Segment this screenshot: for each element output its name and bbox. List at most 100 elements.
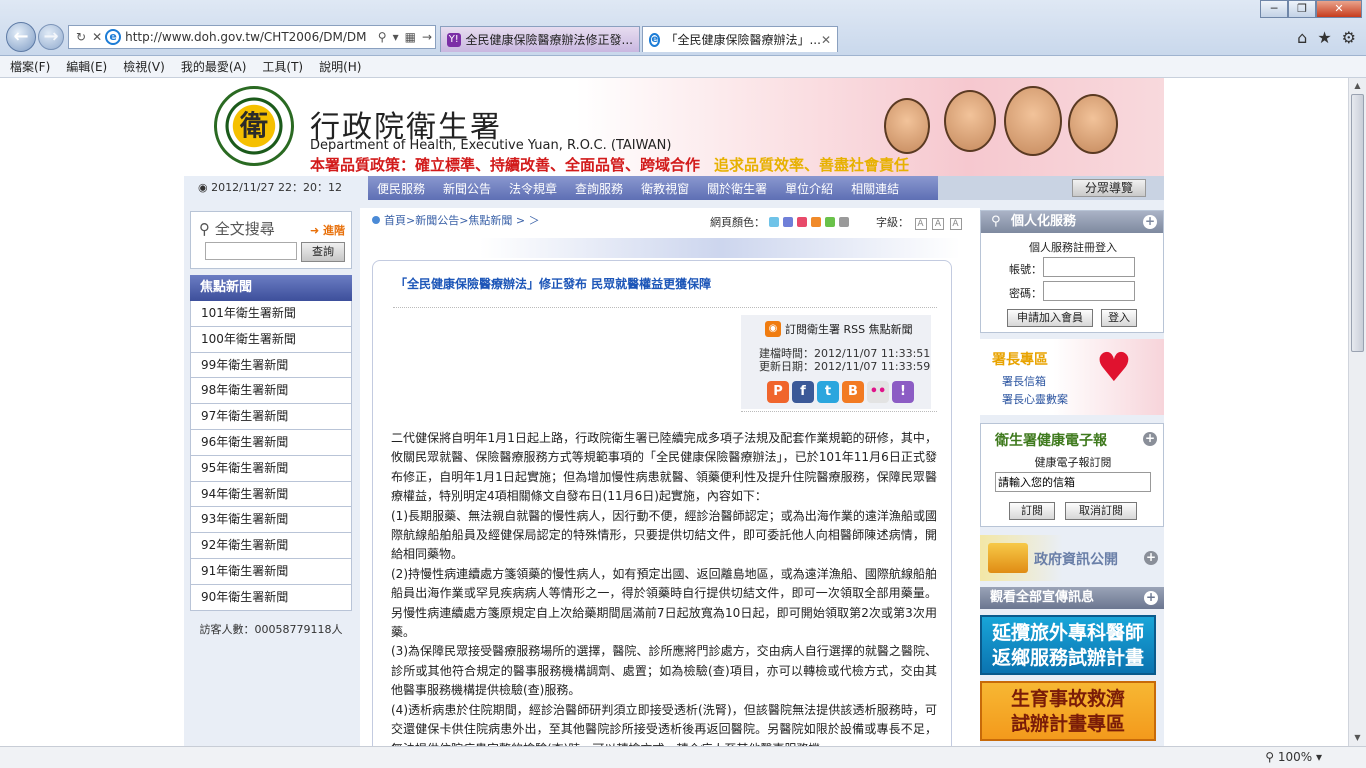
- vertical-scrollbar[interactable]: ▲ ▼: [1348, 78, 1366, 746]
- minimize-button[interactable]: ─: [1260, 0, 1288, 18]
- breadcrumb-text[interactable]: 首頁>新聞公告>焦點新聞 > ＞: [384, 214, 540, 227]
- nav-item[interactable]: 查詢服務: [566, 180, 632, 197]
- subscribe-button[interactable]: 訂閱: [1009, 502, 1055, 520]
- color-swatch[interactable]: [783, 217, 793, 227]
- news-year-link[interactable]: 91年衛生署新聞: [190, 558, 352, 585]
- news-year-link[interactable]: 101年衛生署新聞: [190, 301, 352, 327]
- flickr-icon[interactable]: ••: [867, 381, 889, 403]
- datetime-text: 2012/11/27 22：20：12: [211, 181, 342, 194]
- nav-item[interactable]: 相關連結: [842, 180, 908, 197]
- nav-item[interactable]: 衛教視窗: [632, 180, 698, 197]
- maximize-button[interactable]: ❐: [1288, 0, 1316, 18]
- expand-icon[interactable]: +: [1143, 215, 1157, 229]
- zoom-control[interactable]: ⚲ 100% ▾: [1265, 750, 1322, 764]
- promo-banner-birth[interactable]: 生育事故救濟 試辦計畫專區: [980, 681, 1156, 741]
- color-swatch[interactable]: [839, 217, 849, 227]
- menu-favorites[interactable]: 我的最愛(A): [181, 58, 247, 75]
- scroll-up-icon[interactable]: ▲: [1349, 78, 1366, 94]
- address-bar[interactable]: ↻ ✕ e http://www.doh.gov.tw/CHT2006/DM/D…: [68, 25, 436, 49]
- settings-gear-icon[interactable]: ⚙: [1342, 28, 1356, 47]
- right-column: ⚲ 個人化服務 + 個人服務註冊登入 帳號： 密碼： 申請加入會員 登入 署長專區 …: [980, 210, 1164, 741]
- zoom-level: 100%: [1277, 750, 1313, 764]
- tab-active[interactable]: e 「全民健康保險醫療辦法」... ✕: [642, 26, 838, 52]
- search-input[interactable]: [205, 242, 297, 260]
- color-swatch[interactable]: [825, 217, 835, 227]
- blogger-icon[interactable]: B: [842, 381, 864, 403]
- nav-item[interactable]: 單位介紹: [776, 180, 842, 197]
- font-medium-button[interactable]: A: [932, 218, 944, 230]
- close-window-button[interactable]: ✕: [1316, 0, 1362, 18]
- news-year-link[interactable]: 92年衛生署新聞: [190, 533, 352, 559]
- search-title-text: 全文搜尋: [214, 220, 275, 238]
- dropdown-icon[interactable]: ▾: [393, 30, 399, 44]
- news-year-link[interactable]: 94年衛生署新聞: [190, 481, 352, 508]
- scroll-down-icon[interactable]: ▼: [1349, 730, 1366, 746]
- menu-view[interactable]: 檢視(V): [123, 58, 165, 75]
- font-small-button[interactable]: A: [914, 218, 927, 230]
- nav-item[interactable]: 法令規章: [500, 180, 566, 197]
- expand-icon[interactable]: +: [1143, 432, 1157, 446]
- person-image: [944, 90, 996, 152]
- left-column: ⚲ 全文搜尋 ➜ 進階 查詢 焦點新聞 101年衛生署新聞 100年衛生署新聞 …: [190, 211, 352, 637]
- news-year-link[interactable]: 97年衛生署新聞: [190, 404, 352, 430]
- advanced-search-link[interactable]: ➜ 進階: [310, 222, 345, 238]
- refresh-icon[interactable]: ↻: [76, 30, 86, 44]
- nav-item[interactable]: 新聞公告: [434, 180, 500, 197]
- color-swatch[interactable]: [769, 217, 779, 227]
- menu-file[interactable]: 檔案(F): [10, 58, 50, 75]
- color-swatch[interactable]: [811, 217, 821, 227]
- all-promo-header[interactable]: 觀看全部宣傳訊息 +: [980, 587, 1164, 609]
- tab-yahoo[interactable]: Y! 全民健康保險醫療辦法修正發...: [440, 26, 640, 52]
- color-swatch[interactable]: [797, 217, 807, 227]
- current-datetime: ◉ 2012/11/27 22：20：12: [184, 176, 368, 200]
- promo-banner-doctor[interactable]: 延攬旅外專科醫師 返鄉服務試辦計畫: [980, 615, 1156, 675]
- nav-item[interactable]: 便民服務: [368, 180, 434, 197]
- news-year-link[interactable]: 90年衛生署新聞: [190, 584, 352, 611]
- browser-chrome: ← → ↻ ✕ e http://www.doh.gov.tw/CHT2006/…: [0, 0, 1366, 56]
- news-year-link[interactable]: 93年衛生署新聞: [190, 507, 352, 534]
- compat-icon[interactable]: ▦: [405, 30, 416, 44]
- join-member-button[interactable]: 申請加入會員: [1007, 309, 1093, 327]
- password-input[interactable]: [1043, 281, 1135, 301]
- sitemap-button[interactable]: 分眾導覽: [1072, 179, 1146, 197]
- menu-help[interactable]: 說明(H): [319, 58, 361, 75]
- gov-info-link[interactable]: 政府資訊公開 +: [980, 535, 1164, 581]
- email-input[interactable]: [995, 472, 1151, 492]
- close-tab-icon[interactable]: ✕: [821, 33, 831, 47]
- news-year-link[interactable]: 96年衛生署新聞: [190, 429, 352, 456]
- nav-item[interactable]: 關於衛生署: [698, 180, 776, 197]
- scroll-thumb[interactable]: [1351, 94, 1364, 352]
- menu-tools[interactable]: 工具(T): [262, 58, 303, 75]
- person-image: [884, 98, 930, 154]
- twitter-icon[interactable]: t: [817, 381, 839, 403]
- stop-icon[interactable]: ✕: [92, 30, 102, 44]
- favorites-star-icon[interactable]: ★: [1317, 28, 1331, 47]
- person-image: [1004, 86, 1062, 156]
- rss-link[interactable]: ◉ 訂閱衛生署 RSS 焦點新聞: [765, 321, 913, 337]
- back-button[interactable]: ←: [6, 22, 36, 52]
- clock-icon: ◉: [198, 181, 212, 194]
- menu-edit[interactable]: 編輯(E): [66, 58, 107, 75]
- doh-logo[interactable]: 衛: [214, 86, 294, 166]
- forward-button[interactable]: →: [38, 24, 64, 50]
- url-text[interactable]: http://www.doh.gov.tw/CHT2006/DM/DM: [125, 30, 375, 44]
- account-label: 帳號：: [1009, 263, 1042, 276]
- browser-tools: ⌂ ★ ⚙: [1297, 28, 1356, 47]
- plurk-icon[interactable]: P: [767, 381, 789, 403]
- unsubscribe-button[interactable]: 取消訂閱: [1065, 502, 1137, 520]
- news-year-link[interactable]: 99年衛生署新聞: [190, 352, 352, 379]
- account-input[interactable]: [1043, 257, 1135, 277]
- font-large-button[interactable]: A: [949, 218, 962, 230]
- search-button[interactable]: 查詢: [301, 242, 345, 262]
- yahoo-icon[interactable]: !: [892, 381, 914, 403]
- news-year-link[interactable]: 98年衛生署新聞: [190, 378, 352, 405]
- login-button[interactable]: 登入: [1101, 309, 1137, 327]
- go-icon[interactable]: →: [422, 30, 432, 44]
- director-mailbox-link[interactable]: 署長信箱: [1002, 373, 1046, 389]
- search-icon[interactable]: ⚲: [378, 30, 387, 44]
- news-year-link[interactable]: 95年衛生署新聞: [190, 455, 352, 482]
- facebook-icon[interactable]: f: [792, 381, 814, 403]
- home-icon[interactable]: ⌂: [1297, 28, 1307, 47]
- director-link[interactable]: 署長心靈數案: [1002, 391, 1068, 407]
- news-year-link[interactable]: 100年衛生署新聞: [190, 326, 352, 353]
